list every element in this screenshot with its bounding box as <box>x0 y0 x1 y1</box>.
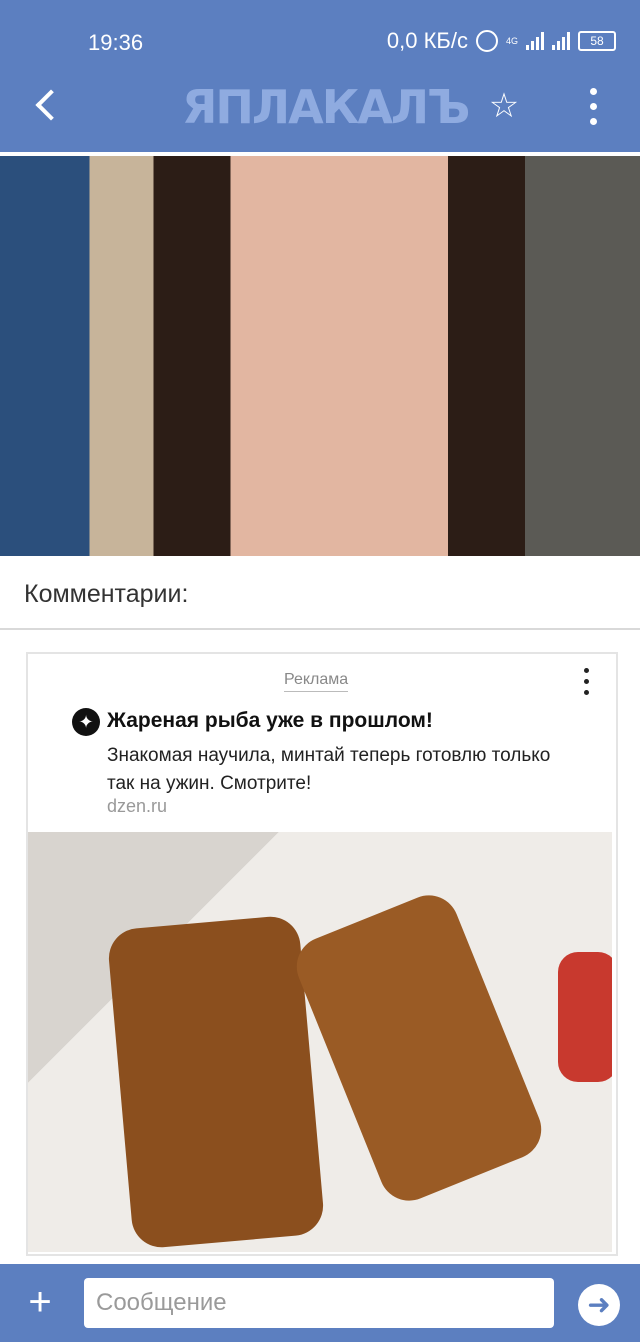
ad-more-icon[interactable] <box>580 668 592 702</box>
salad-garnish <box>558 952 612 1082</box>
alarm-icon <box>475 30 498 52</box>
ad-domain[interactable]: dzen.ru <box>107 796 167 817</box>
fish-piece-right <box>287 886 551 1210</box>
woman-selfie-photo <box>0 156 640 556</box>
battery-icon: 58 <box>578 31 616 51</box>
plus-icon[interactable]: + <box>20 1282 60 1322</box>
comments-heading: Комментарии: <box>24 580 189 608</box>
network-speed: 0,0 КБ/с <box>386 28 468 53</box>
send-arrow-icon[interactable]: ➜ <box>578 1284 620 1326</box>
fish-piece-left <box>106 914 326 1250</box>
more-vertical-icon[interactable] <box>578 88 608 128</box>
signal-icon-2 <box>552 32 570 50</box>
ad-title[interactable]: Жареная рыба уже в прошлом! <box>107 709 433 733</box>
message-input[interactable] <box>84 1278 554 1328</box>
signal-icon <box>526 32 544 50</box>
ad-description[interactable]: Знакомая научила, минтай теперь готовлю … <box>107 742 567 798</box>
fried-fish-photo[interactable] <box>28 832 612 1252</box>
ad-label: Реклама <box>284 671 349 692</box>
site-logo[interactable]: ЯПЛАКАЛЪ <box>182 80 470 134</box>
back-arrow-icon[interactable] <box>30 84 70 128</box>
divider <box>0 628 640 630</box>
star-icon[interactable]: ☆ <box>484 86 524 126</box>
dzen-logo-icon: ✦ <box>72 708 100 736</box>
status-indicators: 0,0 КБ/с 4G 58 <box>387 28 616 54</box>
status-time: 19:36 <box>88 30 144 55</box>
network-type: 4G <box>505 35 518 46</box>
